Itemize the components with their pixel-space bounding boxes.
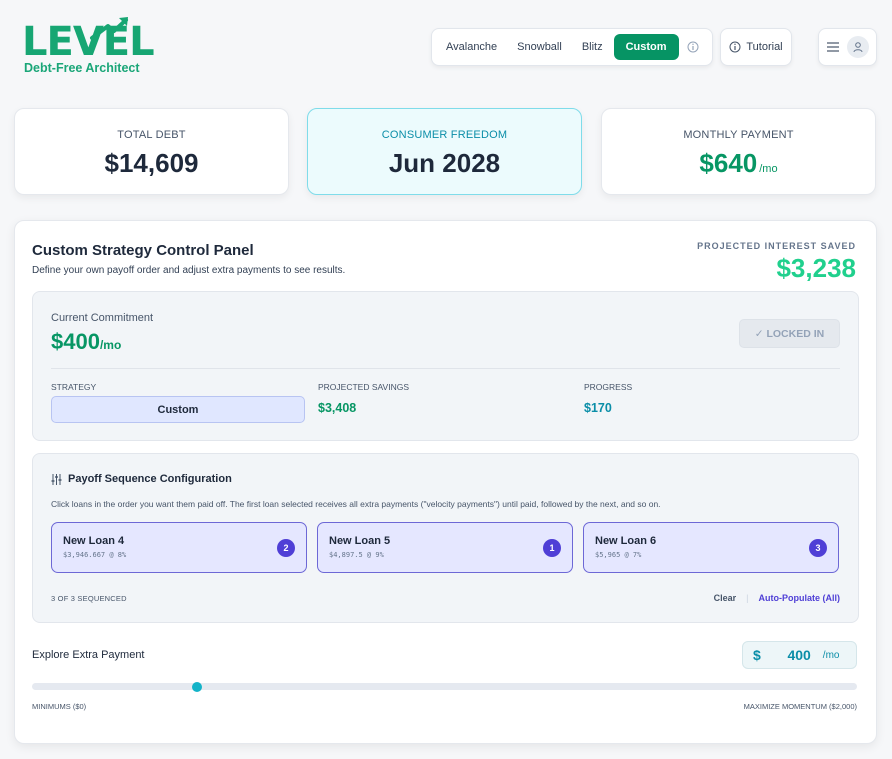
- total-debt-value: $14,609: [104, 148, 199, 178]
- user-menu[interactable]: [818, 28, 877, 66]
- loan-card[interactable]: New Loan 5 $4,897.5 @ 9% 1: [317, 522, 573, 573]
- interest-saved-label: PROJECTED INTEREST SAVED: [697, 241, 856, 251]
- payoff-sequence-box: Payoff Sequence Configuration Click loan…: [32, 453, 859, 623]
- loan-name: New Loan 4: [63, 535, 125, 547]
- total-debt-label: TOTAL DEBT: [117, 129, 186, 141]
- loan-meta: $4,897.5 @ 9%: [329, 551, 384, 559]
- consumer-freedom-label: CONSUMER FREEDOM: [381, 129, 508, 141]
- projected-savings-label: PROJECTED SAVINGS: [318, 382, 409, 392]
- loan-order-badge: 2: [277, 539, 295, 557]
- progress-value: $170: [584, 401, 612, 415]
- commitment-amount: $400: [51, 329, 100, 354]
- tab-custom[interactable]: Custom: [613, 34, 679, 60]
- logo-tagline: Debt-Free Architect: [24, 61, 140, 75]
- currency-symbol: $: [753, 647, 761, 663]
- monthly-payment-label: MONTHLY PAYMENT: [683, 129, 794, 141]
- tab-snowball[interactable]: Snowball: [508, 35, 571, 59]
- progress-label: PROGRESS: [584, 382, 633, 392]
- custom-strategy-panel: Custom Strategy Control Panel Define you…: [14, 220, 877, 744]
- loan-meta: $3,946.667 @ 8%: [63, 551, 127, 559]
- monthly-payment-amount: $640: [699, 148, 758, 178]
- extra-payment-unit: /mo: [822, 649, 840, 661]
- info-icon: [729, 41, 741, 53]
- extra-payment-slider-track[interactable]: [32, 683, 857, 690]
- projected-savings-value: $3,408: [318, 401, 357, 415]
- consumer-freedom-card: CONSUMER FREEDOM Jun 2028: [307, 108, 582, 195]
- user-icon: [853, 42, 862, 53]
- info-icon[interactable]: [686, 40, 700, 54]
- loan-meta: $5,965 @ 7%: [595, 551, 642, 559]
- monthly-payment-card: MONTHLY PAYMENT $640/mo: [601, 108, 876, 195]
- loan-name: New Loan 6: [595, 535, 657, 547]
- arrow-up-icon: [90, 17, 128, 40]
- commitment-value: $400/mo: [51, 329, 121, 355]
- consumer-freedom-value: Jun 2028: [388, 148, 501, 178]
- interest-saved-value: $3,238: [776, 253, 856, 283]
- logo: LEVEL Debt-Free Architect: [22, 16, 162, 78]
- extra-payment-label: Explore Extra Payment: [32, 649, 145, 661]
- sequence-title: Payoff Sequence Configuration: [51, 473, 232, 485]
- clear-button[interactable]: Clear: [714, 593, 737, 603]
- auto-populate-button[interactable]: Auto-Populate (All): [759, 593, 841, 603]
- strategy-tabs: Avalanche Snowball Blitz Custom: [431, 28, 713, 66]
- commitment-box: Current Commitment $400/mo ✓ LOCKED IN S…: [32, 291, 859, 441]
- strategy-label: STRATEGY: [51, 382, 97, 392]
- extra-payment-input[interactable]: $ 400 /mo: [742, 641, 857, 669]
- tutorial-label: Tutorial: [746, 41, 783, 53]
- commitment-label: Current Commitment: [51, 312, 154, 324]
- slider-min-label: MINIMUMS ($0): [32, 702, 87, 711]
- tab-blitz[interactable]: Blitz: [573, 35, 612, 59]
- divider: [51, 368, 840, 369]
- loan-card[interactable]: New Loan 4 $3,946.667 @ 8% 2: [51, 522, 307, 573]
- loan-order-badge: 3: [809, 539, 827, 557]
- extra-payment-slider-thumb[interactable]: [192, 682, 202, 692]
- locked-in-button[interactable]: ✓ LOCKED IN: [739, 319, 840, 348]
- loan-card[interactable]: New Loan 6 $5,965 @ 7% 3: [583, 522, 839, 573]
- tutorial-button[interactable]: Tutorial: [720, 28, 792, 66]
- total-debt-card: TOTAL DEBT $14,609: [14, 108, 289, 195]
- sliders-icon: [51, 473, 62, 485]
- panel-subtitle: Define your own payoff order and adjust …: [32, 265, 346, 276]
- loan-order-badge: 1: [543, 539, 561, 557]
- extra-payment-value[interactable]: 400: [781, 647, 810, 663]
- sequence-title-text: Payoff Sequence Configuration: [68, 473, 232, 485]
- monthly-payment-value: $640/mo: [602, 148, 875, 184]
- sequenced-count: 3 OF 3 SEQUENCED: [51, 594, 127, 603]
- sequence-description: Click loans in the order you want them p…: [51, 499, 661, 509]
- slider-max-label: MAXIMIZE MOMENTUM ($2,000): [743, 702, 857, 711]
- panel-title: Custom Strategy Control Panel: [32, 242, 254, 259]
- hamburger-menu-icon[interactable]: [826, 42, 839, 52]
- loan-name: New Loan 5: [329, 535, 391, 547]
- strategy-pill: Custom: [51, 396, 305, 423]
- commitment-unit: /mo: [99, 338, 122, 352]
- avatar[interactable]: [846, 36, 869, 58]
- separator: |: [746, 593, 749, 603]
- monthly-payment-unit: /mo: [759, 163, 778, 175]
- tab-avalanche[interactable]: Avalanche: [437, 35, 506, 59]
- sequence-actions: Clear | Auto-Populate (All): [714, 593, 840, 603]
